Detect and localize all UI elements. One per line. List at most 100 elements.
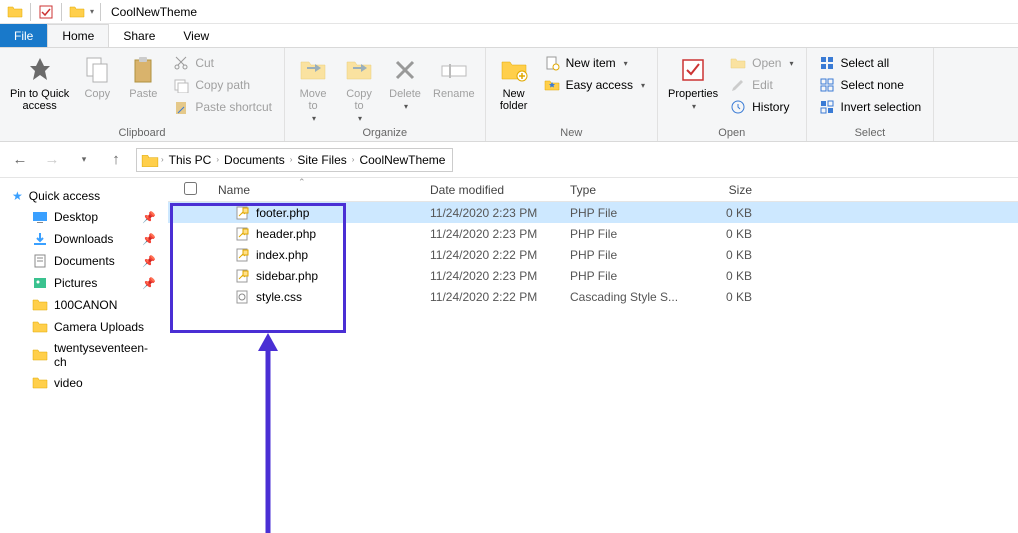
sidebar-downloads[interactable]: Downloads📌 xyxy=(4,228,164,250)
chevron-down-icon: ▾ xyxy=(312,114,316,123)
ribbon-tabs: File Home Share View xyxy=(0,24,1018,48)
divider xyxy=(30,3,31,21)
copy-button[interactable]: Copy xyxy=(75,50,119,100)
properties-icon xyxy=(677,54,709,86)
folder-icon xyxy=(32,297,48,313)
sidebar-video[interactable]: video xyxy=(4,372,164,394)
group-new: New folder New item▾ Easy access▾ New xyxy=(486,48,658,141)
file-row[interactable]: style.css11/24/2020 2:22 PMCascading Sty… xyxy=(168,286,1018,307)
easy-access-button[interactable]: Easy access▾ xyxy=(538,74,651,96)
delete-button[interactable]: Delete▾ xyxy=(383,50,427,111)
file-row[interactable]: footer.php11/24/2020 2:23 PMPHP File0 KB xyxy=(168,202,1018,223)
crumb-documents[interactable]: Documents xyxy=(219,153,290,167)
select-all-icon xyxy=(819,55,835,71)
move-to-button[interactable]: Move to▾ xyxy=(291,50,335,123)
select-none-button[interactable]: Select none xyxy=(813,74,928,96)
history-button[interactable]: History xyxy=(724,96,799,118)
new-item-button[interactable]: New item▾ xyxy=(538,52,651,74)
address-bar[interactable]: › This PC› Documents› Site Files› CoolNe… xyxy=(136,148,453,172)
recent-locations-button[interactable]: ▾ xyxy=(72,148,96,172)
column-name[interactable]: Name xyxy=(214,183,430,197)
copy-to-button[interactable]: Copy to▾ xyxy=(337,50,381,123)
open-icon xyxy=(730,55,746,71)
chevron-down-icon: ▾ xyxy=(624,59,628,68)
chevron-down-icon: ▾ xyxy=(358,114,362,123)
divider xyxy=(61,3,62,21)
sidebar-100canon[interactable]: 100CANON xyxy=(4,294,164,316)
new-folder-button[interactable]: New folder xyxy=(492,50,536,112)
star-icon: ★ xyxy=(12,189,23,203)
file-row[interactable]: index.php11/24/2020 2:22 PMPHP File0 KB xyxy=(168,244,1018,265)
file-size: 0 KB xyxy=(694,206,752,220)
group-clipboard: Pin to Quick access Copy Paste Cut Copy … xyxy=(0,48,285,141)
crumb-coolnewtheme[interactable]: CoolNewTheme xyxy=(354,153,450,167)
group-open: Properties▾ Open▾ Edit History Open xyxy=(658,48,807,141)
file-date: 11/24/2020 2:22 PM xyxy=(430,290,570,304)
rename-button[interactable]: Rename xyxy=(429,50,479,100)
file-row[interactable]: header.php 11/24/2020 2:23 PMPHP File0 KB xyxy=(168,223,1018,244)
file-row[interactable]: sidebar.php11/24/2020 2:23 PMPHP File0 K… xyxy=(168,265,1018,286)
crumb-site-files[interactable]: Site Files xyxy=(292,153,351,167)
sidebar-documents[interactable]: Documents📌 xyxy=(4,250,164,272)
file-type: PHP File xyxy=(570,227,694,241)
select-all-button[interactable]: Select all xyxy=(813,52,928,74)
documents-icon xyxy=(32,253,48,269)
navigation-pane: ★Quick access Desktop📌 Downloads📌 Docume… xyxy=(0,178,168,529)
file-type: PHP File xyxy=(570,248,694,262)
rename-icon xyxy=(438,54,470,86)
file-name: header.php xyxy=(256,227,316,241)
folder-icon xyxy=(7,4,23,20)
paste-icon xyxy=(127,54,159,86)
tab-home[interactable]: Home xyxy=(47,24,109,47)
column-checkbox[interactable] xyxy=(168,182,214,198)
sidebar-pictures[interactable]: Pictures📌 xyxy=(4,272,164,294)
file-date: 11/24/2020 2:23 PM xyxy=(430,227,570,241)
forward-button[interactable]: → xyxy=(40,148,64,172)
tab-file[interactable]: File xyxy=(0,24,47,47)
column-date[interactable]: Date modified xyxy=(430,183,570,197)
file-size: 0 KB xyxy=(694,227,752,241)
column-headers: ⌃ Name Date modified Type Size xyxy=(168,178,1018,202)
desktop-icon xyxy=(32,209,48,225)
properties-button[interactable]: Properties▾ xyxy=(664,50,722,111)
file-date: 11/24/2020 2:23 PM xyxy=(430,206,570,220)
invert-selection-button[interactable]: Invert selection xyxy=(813,96,928,118)
tab-view[interactable]: View xyxy=(169,24,223,47)
move-to-icon xyxy=(297,54,329,86)
select-all-checkbox[interactable] xyxy=(184,182,197,195)
column-size[interactable]: Size xyxy=(694,183,752,197)
column-type[interactable]: Type xyxy=(570,183,694,197)
crumb-this-pc[interactable]: This PC xyxy=(164,153,217,167)
scissors-icon xyxy=(173,55,189,71)
sidebar-quick-access[interactable]: ★Quick access xyxy=(4,186,164,206)
group-label: Select xyxy=(813,125,928,141)
sidebar-camera-uploads[interactable]: Camera Uploads xyxy=(4,316,164,338)
tab-share[interactable]: Share xyxy=(109,24,169,47)
pin-icon: 📌 xyxy=(142,255,156,268)
pictures-icon xyxy=(32,275,48,291)
divider xyxy=(100,3,101,21)
file-icon xyxy=(234,289,250,305)
file-type: Cascading Style S... xyxy=(570,290,694,304)
pin-icon: 📌 xyxy=(142,277,156,290)
open-button[interactable]: Open▾ xyxy=(724,52,799,74)
back-button[interactable]: ← xyxy=(8,148,32,172)
copy-to-icon xyxy=(343,54,375,86)
properties-qat-icon[interactable] xyxy=(38,4,54,20)
up-button[interactable]: ↑ xyxy=(104,148,128,172)
copy-path-button[interactable]: Copy path xyxy=(167,74,278,96)
edit-icon xyxy=(730,77,746,93)
sidebar-twentyseventeen[interactable]: twentyseventeen-ch xyxy=(4,338,164,372)
qat-dropdown-icon[interactable]: ▾ xyxy=(90,7,94,16)
file-size: 0 KB xyxy=(694,290,752,304)
chevron-down-icon: ▾ xyxy=(692,102,696,111)
paste-button[interactable]: Paste xyxy=(121,50,165,100)
pin-to-quick-access-button[interactable]: Pin to Quick access xyxy=(6,50,73,112)
sidebar-desktop[interactable]: Desktop📌 xyxy=(4,206,164,228)
paste-shortcut-button[interactable]: Paste shortcut xyxy=(167,96,278,118)
file-size: 0 KB xyxy=(694,248,752,262)
folder-icon xyxy=(141,152,159,168)
cut-button[interactable]: Cut xyxy=(167,52,278,74)
edit-button[interactable]: Edit xyxy=(724,74,799,96)
delete-icon xyxy=(389,54,421,86)
